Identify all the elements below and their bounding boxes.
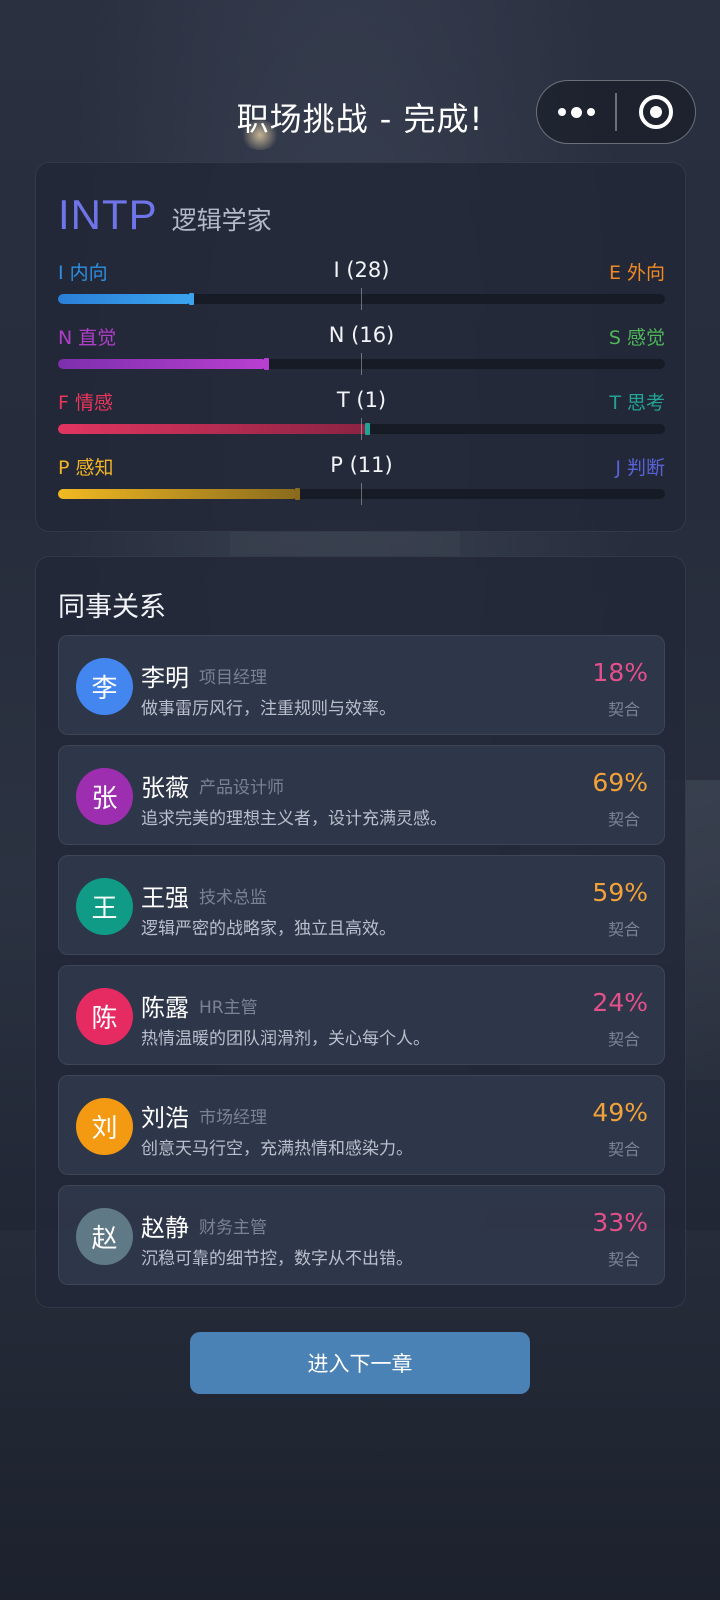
dimension-center-line — [361, 353, 362, 375]
coworker-description: 热情温暖的团队润滑剂，关心每个人。 — [141, 1029, 430, 1049]
coworker-item[interactable]: 陈陈露 HR主管热情温暖的团队润滑剂，关心每个人。 24% 契合 — [58, 965, 665, 1065]
dimension-right-label: S 感觉 — [608, 327, 665, 349]
compatibility-percent: 18% — [592, 658, 648, 687]
dimension-marker — [364, 423, 370, 435]
dimension-marker — [294, 488, 300, 500]
mbti-dimension-row: N 直觉 N (16) S 感觉 — [58, 323, 665, 375]
coworker-description: 沉稳可靠的细节控，数字从不出错。 — [141, 1249, 413, 1269]
dimension-marker — [264, 358, 270, 370]
coworker-list: 李李明 项目经理 做事雷厉风行，注重规则与效率。 18% 契合张张薇 产品设计师 追求完美的… — [58, 635, 665, 1295]
dimension-bar-fill — [58, 359, 268, 369]
dimension-score: I (28) — [333, 258, 390, 282]
coworker-item[interactable]: 赵赵静 财务主管沉稳可靠的细节控，数字从不出错。 33% 契合 — [58, 1185, 665, 1285]
coworker-description: 做事雷厉风行，注重规则与效率。 — [141, 699, 396, 719]
dimension-right-label: J 判断 — [615, 457, 665, 479]
dimension-marker — [188, 293, 194, 305]
dimension-right-label: T 思考 — [609, 392, 665, 414]
miniprogram-capsule — [536, 80, 696, 144]
compatibility-label: 契合 — [607, 1140, 640, 1159]
coworker-item[interactable]: 张张薇 产品设计师追求完美的理想主义者，设计充满灵感。 69% 契合 — [58, 745, 665, 845]
coworker-item[interactable]: 王王强 技术总监逻辑严密的战略家，独立且高效。 59% 契合 — [58, 855, 665, 955]
coworker-role: 产品设计师 — [199, 778, 284, 798]
dimension-center-line — [361, 483, 362, 505]
coworker-item[interactable]: 刘刘浩 市场经理创意天马行空，充满热情和感染力。 49% 契合 — [58, 1075, 665, 1175]
dimension-right-label: E 外向 — [608, 262, 665, 284]
dimension-bar-fill — [58, 294, 192, 304]
compatibility-percent: 24% — [592, 988, 648, 1017]
dimension-bar-fill — [58, 489, 298, 499]
coworker-name: 赵静 — [141, 1214, 189, 1242]
coworker-name: 刘浩 — [141, 1104, 189, 1132]
coworker-role: HR主管 — [199, 998, 258, 1018]
mbti-heading: INTP 逻辑学家 — [58, 191, 272, 239]
coworker-role: 市场经理 — [199, 1108, 267, 1128]
dimension-bar-track — [58, 483, 665, 505]
compatibility-label: 契合 — [607, 700, 640, 719]
compatibility-percent: 69% — [592, 768, 648, 797]
dimension-bar-fill — [58, 424, 368, 434]
coworker-description: 追求完美的理想主义者，设计充满灵感。 — [141, 809, 447, 829]
mbti-dimension-row: P 感知 P (11) J 判断 — [58, 453, 665, 505]
coworker-role: 财务主管 — [199, 1218, 267, 1238]
top-bar: 职场挑战 - 完成! — [0, 80, 720, 150]
dimension-center-line — [361, 288, 362, 310]
compatibility-label: 契合 — [607, 1250, 640, 1269]
dimension-bar-track — [58, 353, 665, 375]
coworkers-title: 同事关系 — [58, 592, 166, 623]
dimension-score: N (16) — [328, 323, 395, 347]
dimension-score: P (11) — [330, 453, 393, 477]
dimension-center-line — [361, 418, 362, 440]
avatar: 陈 — [76, 988, 133, 1045]
coworker-role: 技术总监 — [199, 888, 267, 908]
dimension-bar-track — [58, 418, 665, 440]
more-dots-icon[interactable] — [537, 81, 615, 143]
dimension-score: T (1) — [336, 388, 387, 412]
avatar: 李 — [76, 658, 133, 715]
coworker-role: 项目经理 — [199, 668, 267, 688]
coworker-name: 王强 — [141, 884, 189, 912]
mbti-type-name: 逻辑学家 — [171, 206, 272, 235]
coworker-name: 张薇 — [141, 774, 189, 802]
mbti-dimension-row: I 内向 I (28) E 外向 — [58, 258, 665, 310]
mbti-result-card: INTP 逻辑学家 I 内向 I (28) E 外向 N 直觉 N (16) S 感觉 F … — [35, 162, 686, 532]
compatibility-label: 契合 — [607, 920, 640, 939]
coworker-name: 陈露 — [141, 994, 189, 1022]
coworker-relations-card: 同事关系 李李明 项目经理 做事雷厉风行，注重规则与效率。 18% 契合张张薇 产品设计师… — [35, 556, 686, 1308]
avatar: 赵 — [76, 1208, 133, 1265]
compatibility-percent: 33% — [592, 1208, 648, 1237]
coworker-name: 李明 — [141, 664, 189, 692]
coworker-description: 创意天马行空，充满热情和感染力。 — [141, 1139, 413, 1159]
coworker-description: 逻辑严密的战略家，独立且高效。 — [141, 919, 396, 939]
avatar: 王 — [76, 878, 133, 935]
avatar: 张 — [76, 768, 133, 825]
compatibility-label: 契合 — [607, 1030, 640, 1049]
mbti-type: INTP — [58, 191, 158, 238]
target-close-icon[interactable] — [617, 81, 695, 143]
coworker-item[interactable]: 李李明 项目经理做事雷厉风行，注重规则与效率。 18% 契合 — [58, 635, 665, 735]
avatar: 刘 — [76, 1098, 133, 1155]
compatibility-percent: 49% — [592, 1098, 648, 1127]
mbti-dimension-row: F 情感 T (1) T 思考 — [58, 388, 665, 440]
dimension-bar-track — [58, 288, 665, 310]
next-chapter-button[interactable]: 进入下一章 — [190, 1332, 530, 1394]
compatibility-label: 契合 — [607, 810, 640, 829]
compatibility-percent: 59% — [592, 878, 648, 907]
